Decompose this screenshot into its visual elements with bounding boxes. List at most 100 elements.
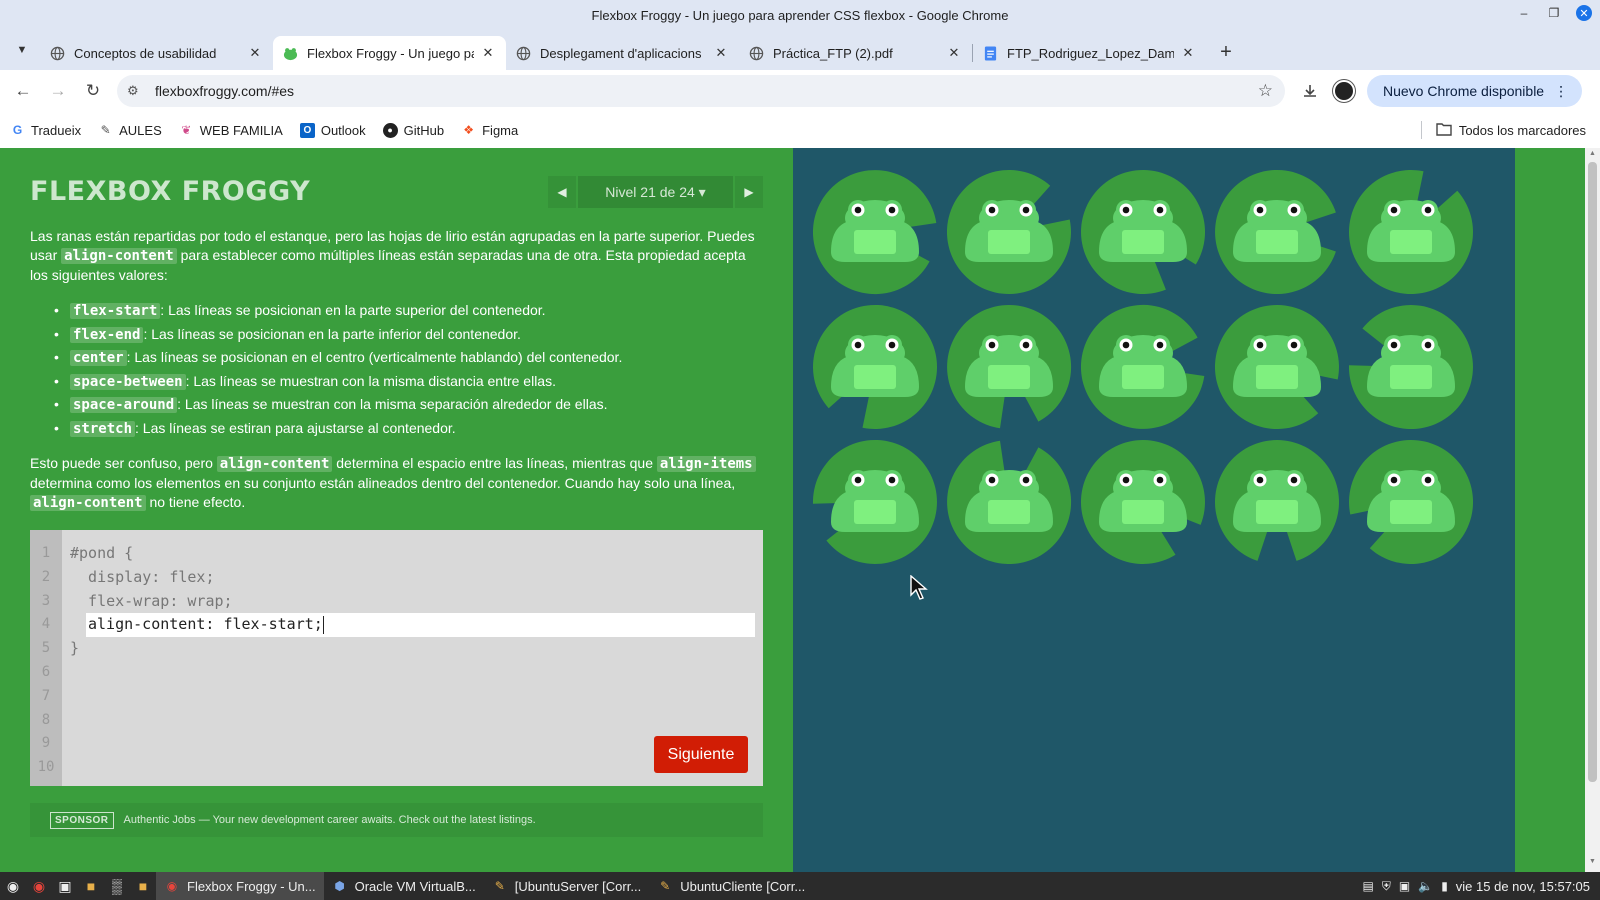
all-bookmarks[interactable]: Todos los marcadores — [1420, 112, 1586, 148]
tab-flexbox-froggy[interactable]: Flexbox Froggy - Un juego para aprender … — [273, 36, 506, 70]
sponsor-banner[interactable]: SPONSOR Authentic Jobs — Your new develo… — [30, 803, 763, 837]
bookmark-label: WEB FAMILIA — [199, 122, 283, 138]
bookmark-label: Figma — [482, 122, 519, 138]
frog-favicon — [283, 46, 298, 61]
network-icon[interactable]: ▣ — [1399, 879, 1410, 893]
close-tab-icon[interactable]: ✕ — [247, 45, 263, 61]
battery-icon[interactable]: ▮ — [1441, 879, 1448, 893]
intro-paragraph: Las ranas están repartidas por todo el e… — [30, 228, 755, 283]
taskbar-item-virtualbox[interactable]: ⬢ Oracle VM VirtualB... — [324, 872, 484, 900]
frog-belly — [1256, 230, 1298, 254]
moodle-icon: ✎ — [100, 123, 111, 137]
sponsor-text[interactable]: Authentic Jobs — Your new development ca… — [124, 814, 536, 826]
terminal-launcher-icon[interactable]: ▒ — [104, 872, 130, 900]
scrollbar-thumb[interactable] — [1588, 162, 1597, 782]
frog-belly — [854, 230, 896, 254]
browser-toolbar: ← → ↻ ⚙ flexboxfroggy.com/#es ☆ Nuevo Ch… — [0, 70, 1600, 112]
files-launcher-icon[interactable]: ■ — [78, 872, 104, 900]
line-numbers: 1 2 3 4 5 6 7 8 9 10 — [30, 530, 62, 786]
os-taskbar: ◉ ◉ ▣ ■ ▒ ■ ◉ Flexbox Froggy - Un... ⬢ O… — [0, 872, 1600, 900]
profile-avatar[interactable] — [1333, 80, 1355, 102]
system-tray: ▤ ⛨ ▣ 🔈 ▮ vie 15 de nov, 15:57:05 — [1363, 872, 1590, 900]
bookmark-web-familia[interactable]: ❦ WEB FAMILIA — [179, 123, 283, 138]
tab-desplegament[interactable]: Desplegament d'aplicacions ✕ — [506, 36, 739, 70]
list-item: stretch: Las líneas se estiran para ajus… — [40, 417, 762, 441]
clipboard-icon[interactable]: ▤ — [1363, 879, 1374, 893]
code-area: #pond { display: flex; flex-wrap: wrap; … — [70, 542, 755, 661]
sponsor-tag: SPONSOR — [50, 811, 114, 829]
page-background-edge — [1515, 148, 1585, 872]
css-input-field[interactable]: align-content: flex-start; — [86, 613, 755, 638]
frog-on-lilypad — [1348, 170, 1473, 295]
update-label: Nuevo Chrome disponible — [1383, 83, 1545, 99]
new-tab-button[interactable]: + — [1212, 38, 1240, 66]
clock[interactable]: vie 15 de nov, 15:57:05 — [1456, 879, 1590, 894]
kebab-menu-icon[interactable]: ⋮ — [1554, 83, 1568, 100]
globe-icon — [749, 46, 764, 61]
tab-label: Práctica_FTP (2).pdf — [773, 45, 893, 61]
frog-belly — [988, 500, 1030, 524]
bookmark-label: Tradueix — [31, 122, 82, 138]
taskbar-item-ubuntuserver[interactable]: ✎ [UbuntuServer [Corr... — [484, 872, 649, 900]
close-tab-icon[interactable]: ✕ — [480, 45, 496, 61]
scroll-up-icon[interactable]: ▲ — [1585, 150, 1600, 162]
frog-belly — [1122, 230, 1164, 254]
taskbar-item-chrome[interactable]: ◉ Flexbox Froggy - Un... — [156, 872, 324, 900]
folder-launcher-icon[interactable]: ■ — [130, 872, 156, 900]
volume-icon[interactable]: 🔈 — [1418, 879, 1433, 893]
outlook-icon: O — [299, 122, 315, 138]
task-label: UbuntuCliente [Corr... — [680, 878, 806, 894]
tab-label: Flexbox Froggy - Un juego para aprender … — [307, 45, 474, 61]
prev-level-button[interactable]: ◀ — [548, 176, 576, 208]
code-align-content: align-content — [61, 248, 177, 264]
tab-label: Conceptos de usabilidad — [74, 45, 217, 61]
download-icon[interactable] — [1295, 76, 1325, 106]
chrome-launcher-icon[interactable]: ◉ — [26, 872, 52, 900]
tab-conceptos[interactable]: Conceptos de usabilidad ✕ — [40, 36, 273, 70]
reload-button[interactable]: ↻ — [78, 76, 108, 106]
tab-practica-ftp[interactable]: Práctica_FTP (2).pdf ✕ — [739, 36, 972, 70]
screenshot-launcher-icon[interactable]: ▣ — [52, 872, 78, 900]
window-controls: – ❐ ✕ — [1516, 5, 1592, 21]
task-label: [UbuntuServer [Corr... — [514, 878, 642, 894]
bookmark-aules[interactable]: ✎ AULES — [98, 123, 162, 138]
close-window-icon[interactable]: ✕ — [1576, 5, 1592, 21]
next-level-button[interactable]: ▶ — [735, 176, 763, 208]
site-info-icon[interactable]: ⚙ — [127, 83, 147, 99]
github-icon: ● — [382, 122, 398, 138]
tab-ftp-doc[interactable]: FTP_Rodriguez_Lopez_Damián ✕ — [973, 36, 1206, 70]
maximize-icon[interactable]: ❐ — [1546, 5, 1562, 21]
bookmark-tradueix[interactable]: G Tradueix — [10, 123, 81, 138]
bookmark-star-icon[interactable]: ☆ — [1258, 81, 1273, 101]
minimize-icon[interactable]: – — [1516, 5, 1532, 21]
all-bookmarks-label: Todos los marcadores — [1458, 122, 1586, 138]
web-page: FLEXBOX FROGGY ◀ Nivel 21 de 24 ▾ ▶ Las … — [0, 148, 1585, 872]
pond-board — [793, 148, 1515, 872]
taskbar-item-ubuntucliente[interactable]: ✎ UbuntuCliente [Corr... — [649, 872, 813, 900]
chrome-update-button[interactable]: Nuevo Chrome disponible ⋮ — [1367, 75, 1583, 107]
system-menu-icon[interactable]: ◉ — [0, 872, 26, 900]
back-button[interactable]: ← — [8, 76, 38, 106]
address-bar[interactable]: ⚙ flexboxfroggy.com/#es ☆ — [117, 75, 1285, 107]
code-line: display: flex; — [70, 567, 215, 586]
shield-icon[interactable]: ⛨ — [1382, 879, 1391, 894]
page-scrollbar[interactable]: ▲ ▼ — [1585, 148, 1600, 872]
close-tab-icon[interactable]: ✕ — [946, 45, 962, 61]
next-button[interactable]: Siguiente — [654, 736, 748, 773]
chrome-icon: ◉ — [166, 879, 178, 893]
scroll-down-icon[interactable]: ▼ — [1585, 858, 1600, 870]
close-tab-icon[interactable]: ✕ — [1180, 45, 1196, 61]
bookmark-outlook[interactable]: O Outlook — [299, 122, 366, 138]
frog-on-lilypad — [1349, 439, 1474, 564]
css-input-text[interactable]: align-content: flex-start; — [88, 615, 323, 633]
frog-on-lilypad — [1348, 305, 1473, 430]
bookmark-figma[interactable]: ❖ Figma — [461, 123, 518, 138]
url-text[interactable]: flexboxfroggy.com/#es — [155, 83, 1258, 99]
level-navigator: ◀ Nivel 21 de 24 ▾ ▶ — [548, 176, 763, 208]
note-paragraph: Esto puede ser confuso, pero align-conte… — [30, 454, 762, 513]
level-indicator[interactable]: Nivel 21 de 24 ▾ — [578, 176, 733, 208]
forward-button[interactable]: → — [43, 76, 73, 106]
bookmark-github[interactable]: ● GitHub — [382, 122, 444, 138]
close-tab-icon[interactable]: ✕ — [713, 45, 729, 61]
tab-search-chevron-icon[interactable]: ▼ — [10, 38, 34, 62]
